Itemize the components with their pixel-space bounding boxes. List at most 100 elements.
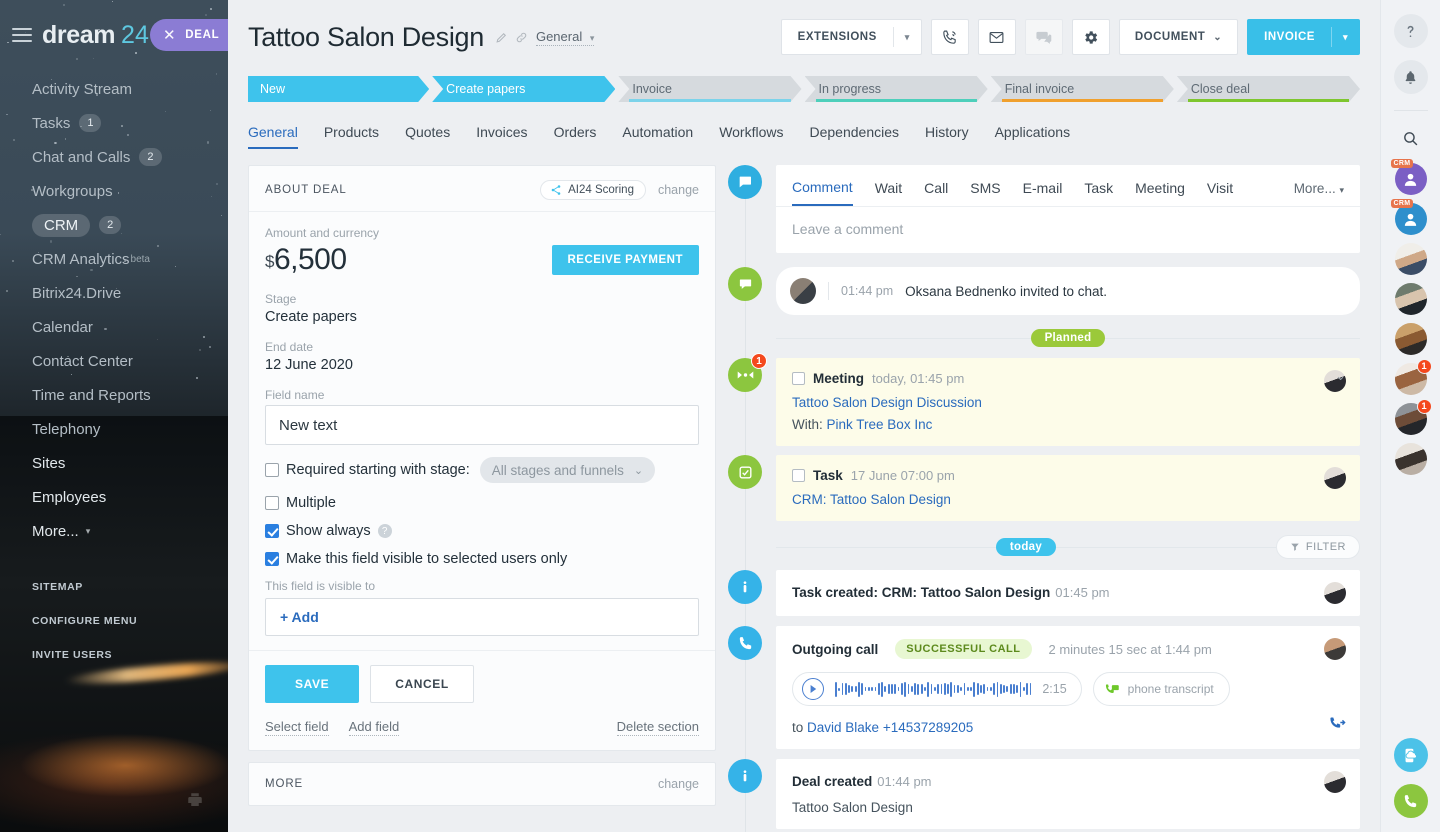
- sidebar-item-contact-center[interactable]: Contact Center: [0, 344, 228, 378]
- audio-player[interactable]: 2:15: [792, 672, 1082, 706]
- tab-products[interactable]: Products: [324, 124, 379, 149]
- sidebar-item-activity-stream[interactable]: Activity Stream: [0, 72, 228, 106]
- sidebar-link-invite-users[interactable]: INVITE USERS: [0, 638, 228, 672]
- stage-create-papers[interactable]: Create papers: [432, 76, 615, 102]
- cancel-button[interactable]: CANCEL: [370, 665, 474, 703]
- stage-invoice[interactable]: Invoice: [618, 76, 801, 102]
- activity-tab-comment[interactable]: Comment: [792, 179, 853, 206]
- sidebar-item-workgroups[interactable]: Workgroups: [0, 174, 228, 208]
- required-stage-checkbox[interactable]: [265, 463, 279, 477]
- meeting-with-company[interactable]: Pink Tree Box Inc: [827, 417, 933, 432]
- activity-more-button[interactable]: More... ▾: [1294, 181, 1344, 205]
- activity-tab-visit[interactable]: Visit: [1207, 180, 1233, 205]
- sidebar-item-more[interactable]: More... ▾: [0, 514, 228, 548]
- notifications-button[interactable]: [1394, 60, 1428, 94]
- ai-scoring-badge[interactable]: AI24 Scoring: [540, 180, 646, 200]
- rail-avatar-8[interactable]: [1395, 443, 1427, 475]
- sidebar-item-drive[interactable]: Bitrix24.Drive: [0, 276, 228, 310]
- help-button[interactable]: [1394, 14, 1428, 48]
- delete-section-link[interactable]: Delete section: [617, 719, 699, 736]
- close-icon[interactable]: ✕: [163, 26, 176, 44]
- tab-history[interactable]: History: [925, 124, 969, 149]
- visible-only-checkbox[interactable]: [265, 552, 279, 566]
- tab-applications[interactable]: Applications: [995, 124, 1071, 149]
- phone-transcript-button[interactable]: phone transcript: [1093, 672, 1230, 706]
- sidebar-item-crm-analytics[interactable]: CRM Analytics beta: [0, 242, 228, 276]
- invoice-button[interactable]: INVOICE ▾: [1247, 19, 1360, 55]
- rail-avatar-5[interactable]: [1395, 323, 1427, 355]
- mobile-app-button[interactable]: [1394, 738, 1428, 772]
- comment-input[interactable]: Leave a comment: [776, 207, 1360, 253]
- search-icon[interactable]: [1394, 121, 1428, 155]
- multiple-checkbox[interactable]: [265, 496, 279, 510]
- activity-tab-wait[interactable]: Wait: [875, 180, 902, 205]
- stage-final-invoice[interactable]: Final invoice: [991, 76, 1174, 102]
- chevron-down-icon[interactable]: ⌄: [1335, 368, 1346, 384]
- settings-gear-button[interactable]: [1072, 19, 1110, 55]
- activity-tab-task[interactable]: Task: [1084, 180, 1113, 205]
- sidebar-link-sitemap[interactable]: SITEMAP: [0, 570, 228, 604]
- chevron-down-icon[interactable]: ▾: [1332, 32, 1359, 43]
- rail-avatar-crm-2[interactable]: CRM: [1395, 203, 1427, 235]
- receive-payment-button[interactable]: RECEIVE PAYMENT: [552, 245, 700, 275]
- sidebar-item-sites[interactable]: Sites: [0, 446, 228, 480]
- more-change-link[interactable]: change: [658, 777, 699, 791]
- sidebar-item-calendar[interactable]: Calendar: [0, 310, 228, 344]
- play-icon[interactable]: [802, 678, 824, 700]
- tab-invoices[interactable]: Invoices: [476, 124, 527, 149]
- task-complete-checkbox[interactable]: [792, 469, 805, 482]
- sidebar-item-telephony[interactable]: Telephony: [0, 412, 228, 446]
- activity-tab-call[interactable]: Call: [924, 180, 948, 205]
- tab-automation[interactable]: Automation: [622, 124, 693, 149]
- activity-tab-sms[interactable]: SMS: [970, 180, 1000, 205]
- select-field-link[interactable]: Select field: [265, 719, 329, 736]
- call-contact-link[interactable]: David Blake +14537289205: [807, 720, 973, 735]
- printer-icon[interactable]: [186, 791, 204, 814]
- field-name-input[interactable]: [265, 405, 699, 445]
- stage-close-deal[interactable]: Close deal: [1177, 76, 1360, 102]
- show-always-checkbox[interactable]: [265, 524, 279, 538]
- rail-avatar-3[interactable]: [1395, 243, 1427, 275]
- stage-new[interactable]: New: [248, 76, 429, 102]
- sidebar-link-configure-menu[interactable]: CONFIGURE MENU: [0, 604, 228, 638]
- tab-quotes[interactable]: Quotes: [405, 124, 450, 149]
- chat-button[interactable]: [1025, 19, 1063, 55]
- category-selector[interactable]: General ▾: [536, 29, 594, 46]
- sidebar-item-crm[interactable]: CRM 2: [0, 208, 228, 242]
- meeting-subject-link[interactable]: Tattoo Salon Design Discussion: [792, 395, 1344, 410]
- stage-scope-select[interactable]: All stages and funnels ⌄: [480, 457, 655, 483]
- help-icon[interactable]: ?: [378, 524, 392, 538]
- email-button[interactable]: [978, 19, 1016, 55]
- stage-in-progress[interactable]: In progress: [805, 76, 988, 102]
- change-link[interactable]: change: [658, 183, 699, 197]
- document-button[interactable]: DOCUMENT ⌄: [1119, 19, 1238, 55]
- stage-value[interactable]: Create papers: [265, 309, 699, 325]
- task-subject-link[interactable]: CRM: Tattoo Salon Design: [792, 492, 1344, 507]
- meeting-complete-checkbox[interactable]: [792, 372, 805, 385]
- chevron-down-icon[interactable]: ▾: [894, 32, 921, 43]
- sidebar-item-chat-and-calls[interactable]: Chat and Calls 2: [0, 140, 228, 174]
- add-user-button[interactable]: + Add: [265, 598, 699, 636]
- rail-avatar-crm-1[interactable]: CRM: [1395, 163, 1427, 195]
- link-icon[interactable]: [515, 31, 528, 44]
- sidebar-item-tasks[interactable]: Tasks 1: [0, 106, 228, 140]
- tab-general[interactable]: General: [248, 124, 298, 149]
- rail-avatar-6[interactable]: 1: [1395, 363, 1427, 395]
- deal-pill-button[interactable]: ✕ DEAL: [150, 19, 228, 51]
- menu-burger-icon[interactable]: [12, 28, 32, 42]
- call-outgoing-arrow-icon[interactable]: [1329, 715, 1346, 735]
- end-date-value[interactable]: 12 June 2020: [265, 357, 699, 373]
- tab-workflows[interactable]: Workflows: [719, 124, 783, 149]
- call-button[interactable]: [931, 19, 969, 55]
- tab-dependencies[interactable]: Dependencies: [810, 124, 900, 149]
- extensions-button[interactable]: EXTENSIONS ▾: [781, 19, 922, 55]
- tab-orders[interactable]: Orders: [554, 124, 597, 149]
- add-field-link[interactable]: Add field: [349, 719, 400, 736]
- sidebar-item-employees[interactable]: Employees: [0, 480, 228, 514]
- activity-tab-meeting[interactable]: Meeting: [1135, 180, 1185, 205]
- filter-button[interactable]: FILTER: [1276, 535, 1360, 559]
- sidebar-item-time-and-reports[interactable]: Time and Reports: [0, 378, 228, 412]
- activity-tab-email[interactable]: E-mail: [1023, 180, 1063, 205]
- rail-avatar-4[interactable]: [1395, 283, 1427, 315]
- rail-avatar-7[interactable]: 1: [1395, 403, 1427, 435]
